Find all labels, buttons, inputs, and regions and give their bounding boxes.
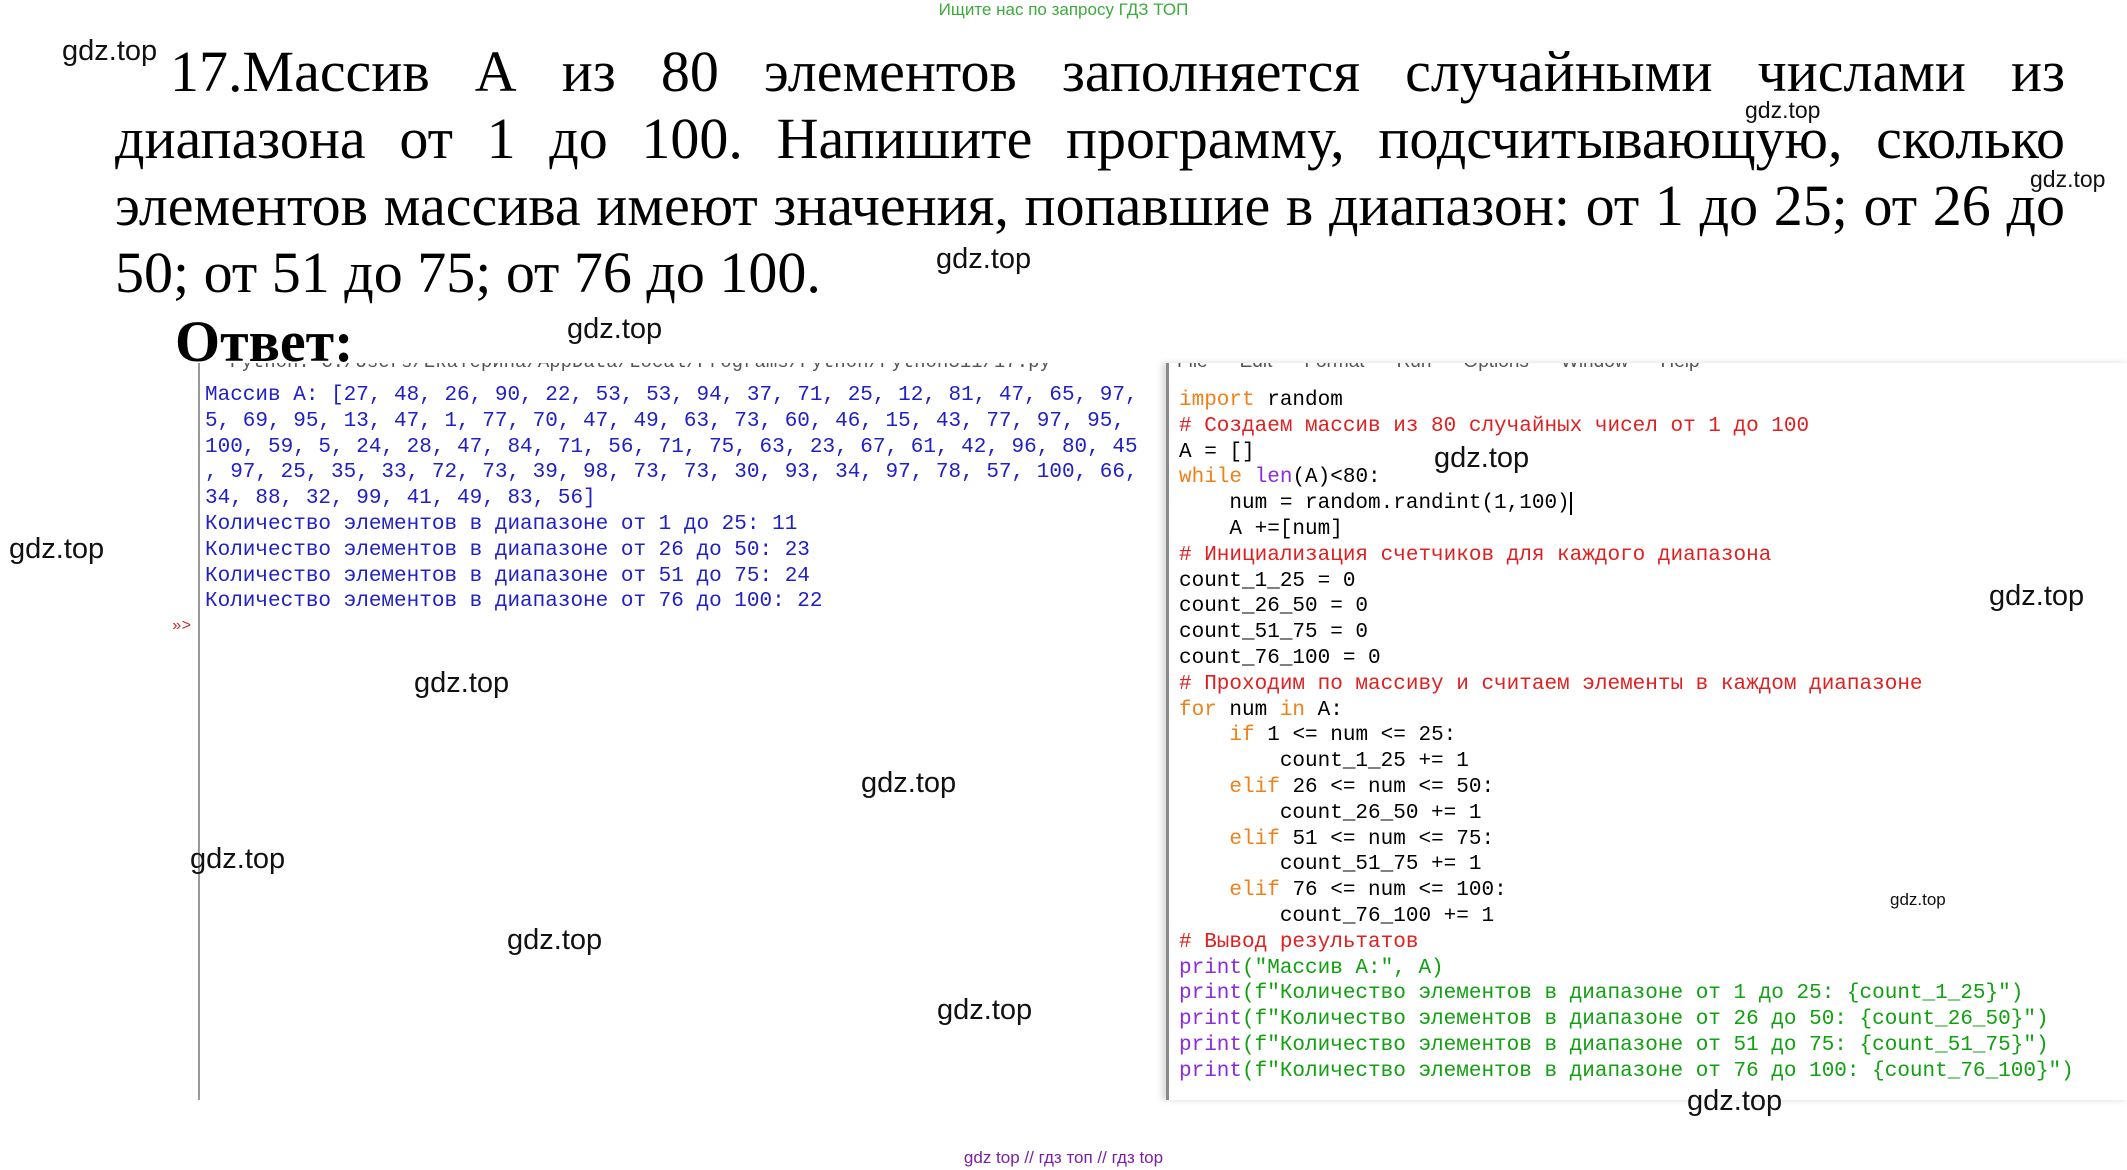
code-token: in bbox=[1279, 698, 1306, 722]
code-token: 1 <= num <= 25: bbox=[1254, 724, 1457, 748]
code-token: ("Массив А:", A) bbox=[1242, 956, 1444, 980]
code-token: num bbox=[1216, 698, 1280, 722]
watermark: gdz.top bbox=[1989, 580, 2085, 612]
menu-help[interactable]: Help bbox=[1660, 363, 1699, 372]
code-line: count_76_100 = 0 bbox=[1179, 646, 1381, 670]
shell-prompt[interactable]: »> bbox=[172, 617, 191, 635]
watermark: gdz.top bbox=[1745, 97, 1821, 123]
watermark: gdz.top bbox=[936, 243, 1032, 275]
code-token: (f"Количество элементов в диапазоне от 2… bbox=[1242, 1008, 2049, 1032]
menu-file[interactable]: File bbox=[1177, 363, 1208, 372]
code-token: import bbox=[1179, 389, 1255, 412]
watermark: gdz.top bbox=[567, 313, 663, 345]
watermark: gdz.top bbox=[1890, 890, 1946, 909]
shell-line: 34, 88, 32, 99, 41, 49, 83, 56] bbox=[205, 487, 596, 511]
code-area[interactable]: import random # Создаем массив из 80 случ… bbox=[1179, 388, 2124, 1085]
code-line: print(f"Количество элементов в диапазоне… bbox=[1179, 1059, 2124, 1085]
watermark: gdz.top bbox=[414, 667, 510, 699]
code-token: len bbox=[1254, 466, 1293, 490]
code-line: # Вывод результатов bbox=[1179, 930, 1419, 954]
code-token: elif bbox=[1229, 827, 1280, 851]
editor-menu-bar: File Edit Format Run Options Window Help bbox=[1177, 363, 1732, 372]
code-line: import random bbox=[1179, 388, 2124, 414]
shell-title-bar: Python: C:/Users/Екатерина/AppData/Local… bbox=[230, 363, 1160, 371]
shell-line: 5, 69, 95, 13, 47, 1, 77, 70, 47, 49, 63… bbox=[205, 409, 1125, 433]
menu-options[interactable]: Options bbox=[1463, 363, 1528, 372]
code-line: A = [] bbox=[1179, 440, 1255, 464]
code-editor-window: File Edit Format Run Options Window Help impor… bbox=[1166, 363, 2127, 1100]
code-token: for bbox=[1179, 698, 1217, 722]
watermark: gdz.top bbox=[62, 35, 158, 67]
code-line: count_26_50 += 1 bbox=[1179, 801, 1482, 825]
code-line: if 1 <= num <= 25: bbox=[1179, 723, 2124, 749]
code-token: random bbox=[1254, 389, 1343, 412]
code-line: # Создаем массив из 80 случайных чисел о… bbox=[1179, 414, 1810, 438]
shell-line: Количество элементов в диапазоне от 26 д… bbox=[205, 538, 810, 562]
code-line: count_76_100 += 1 bbox=[1179, 904, 1495, 928]
code-token: (f"Количество элементов в диапазоне от 7… bbox=[1242, 1059, 2074, 1083]
task-statement: 17.Массив А из 80 элементов заполняется … bbox=[115, 38, 2065, 306]
code-line: elif 26 <= num <= 50: bbox=[1179, 775, 2124, 801]
shell-line: Количество элементов в диапазоне от 51 д… bbox=[205, 564, 810, 588]
watermark: gdz.top bbox=[1687, 1085, 1783, 1117]
watermark: gdz.top bbox=[9, 533, 105, 565]
text-cursor: num = random.randint(1,100) bbox=[1179, 492, 1572, 516]
code-line: print(f"Количество элементов в диапазоне… bbox=[1179, 1033, 2124, 1059]
code-token: 76 <= num <= 100: bbox=[1279, 879, 1507, 903]
code-token: A: bbox=[1305, 698, 1343, 722]
code-line: while len(A)<80: bbox=[1179, 465, 2124, 491]
code-token: elif bbox=[1229, 879, 1280, 903]
python-shell-window: Python: C:/Users/Екатерина/AppData/Local… bbox=[198, 363, 1165, 1100]
menu-window[interactable]: Window bbox=[1561, 363, 1629, 372]
code-line: elif 51 <= num <= 75: bbox=[1179, 827, 2124, 853]
code-token: print bbox=[1179, 1033, 1243, 1057]
code-token: print bbox=[1179, 1008, 1243, 1032]
search-hint: Ищите нас по запросу ГДЗ ТОП bbox=[938, 0, 1189, 19]
code-token: while bbox=[1179, 466, 1243, 490]
code-token: 26 <= num <= 50: bbox=[1279, 775, 1495, 799]
code-token: 51 <= num <= 75: bbox=[1279, 827, 1495, 851]
code-line: count_1_25 += 1 bbox=[1179, 750, 1469, 774]
shell-line: Количество элементов в диапазоне от 76 д… bbox=[205, 590, 823, 614]
code-token: (f"Количество элементов в диапазоне от 5… bbox=[1242, 1033, 2049, 1057]
code-token: (A)<80: bbox=[1292, 466, 1381, 490]
code-line: for num in A: bbox=[1179, 698, 2124, 724]
shell-line: 100, 59, 5, 24, 28, 47, 84, 71, 56, 71, … bbox=[205, 435, 1138, 459]
code-line: count_26_50 = 0 bbox=[1179, 595, 1369, 619]
code-line: print("Массив А:", A) bbox=[1179, 956, 2124, 982]
code-token: elif bbox=[1229, 775, 1280, 799]
watermark: gdz.top bbox=[2030, 166, 2106, 192]
watermark: gdz.top bbox=[937, 994, 1033, 1026]
code-line: A +=[num] bbox=[1179, 517, 1343, 541]
watermark: gdz.top bbox=[861, 767, 957, 799]
code-token: (f"Количество элементов в диапазоне от 1… bbox=[1242, 982, 2024, 1006]
code-line: print(f"Количество элементов в диапазоне… bbox=[1179, 981, 2124, 1007]
menu-run[interactable]: Run bbox=[1397, 363, 1432, 372]
watermark: gdz.top bbox=[190, 843, 286, 875]
code-line: # Проходим по массиву и считаем элементы… bbox=[1179, 672, 1923, 696]
code-line: print(f"Количество элементов в диапазоне… bbox=[1179, 1007, 2124, 1033]
shell-output: Массив А: [27, 48, 26, 90, 22, 53, 53, 9… bbox=[205, 383, 1160, 615]
code-line: # Инициализация счетчиков для каждого ди… bbox=[1179, 543, 1772, 567]
menu-format[interactable]: Format bbox=[1304, 363, 1364, 372]
watermark: gdz.top bbox=[1434, 442, 1530, 474]
code-token: print bbox=[1179, 956, 1243, 980]
code-token: if bbox=[1229, 724, 1255, 748]
task-number: 17. bbox=[170, 39, 243, 104]
shell-line: Массив А: [27, 48, 26, 90, 22, 53, 53, 9… bbox=[205, 384, 1138, 407]
shell-line: Количество элементов в диапазоне от 1 до… bbox=[205, 512, 798, 536]
task-text: Массив А из 80 элементов заполняется слу… bbox=[115, 39, 2065, 305]
shell-line: , 97, 25, 35, 33, 72, 73, 39, 98, 73, 73… bbox=[205, 461, 1138, 485]
code-token: print bbox=[1179, 1059, 1243, 1083]
code-line: num = random.randint(1,100) bbox=[1179, 491, 2124, 517]
code-line: elif 76 <= num <= 100: bbox=[1179, 878, 2124, 904]
watermark: gdz.top bbox=[507, 924, 603, 956]
menu-edit[interactable]: Edit bbox=[1240, 363, 1273, 372]
footer-links[interactable]: gdz top // гдз топ // гдз top bbox=[0, 1148, 2127, 1168]
code-line: count_1_25 = 0 bbox=[1179, 569, 1356, 593]
code-line: count_51_75 = 0 bbox=[1179, 621, 1369, 645]
code-token: print bbox=[1179, 982, 1243, 1006]
code-line: count_51_75 += 1 bbox=[1179, 853, 1482, 877]
